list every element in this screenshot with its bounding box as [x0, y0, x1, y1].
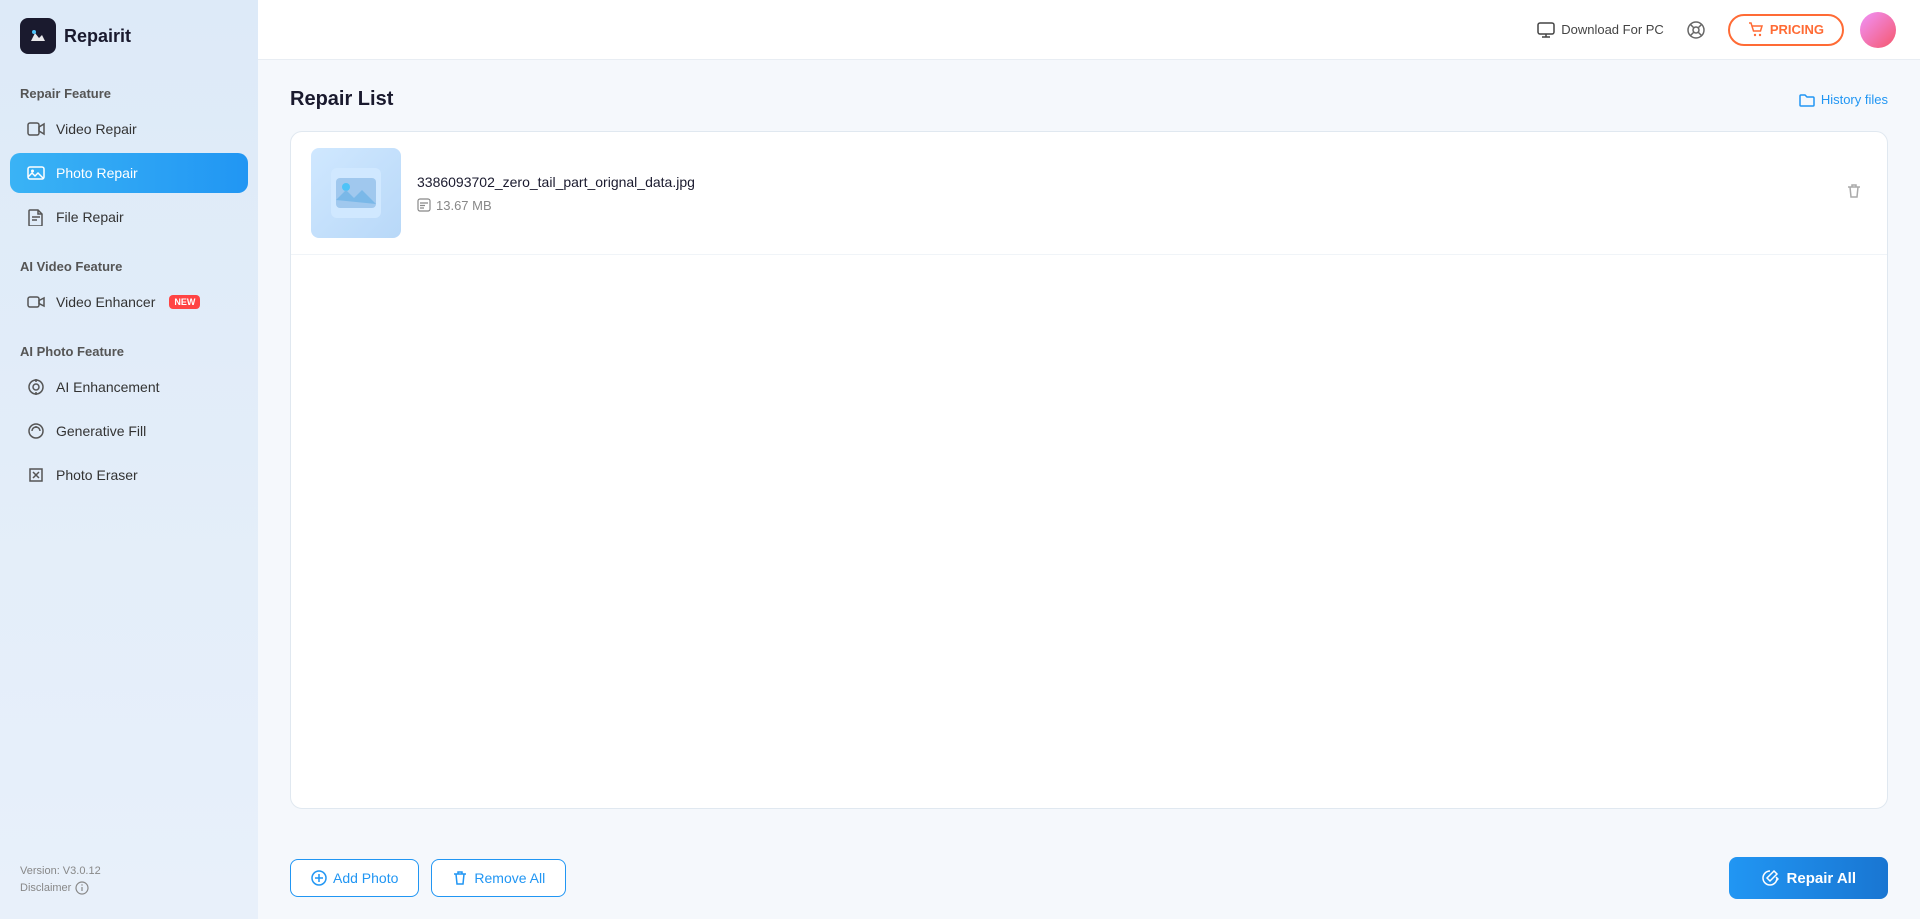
- video-enhancer-label: Video Enhancer: [56, 294, 155, 310]
- main-content: Download For PC PRICING Repair Lis: [258, 0, 1920, 919]
- table-row: 3386093702_zero_tail_part_orignal_data.j…: [291, 132, 1887, 255]
- sidebar-item-ai-enhancement[interactable]: AI Enhancement: [10, 367, 248, 407]
- repair-all-button[interactable]: Repair All: [1729, 857, 1888, 899]
- app-logo[interactable]: Repairit: [0, 0, 258, 76]
- remove-all-icon: [452, 870, 468, 886]
- support-button[interactable]: [1680, 14, 1712, 46]
- content-header: Repair List History files: [290, 88, 1888, 111]
- sidebar-item-video-repair[interactable]: Video Repair: [10, 109, 248, 149]
- bottom-bar: Add Photo Remove All Repair All: [258, 837, 1920, 919]
- new-badge: NEW: [169, 295, 200, 309]
- repair-icon: [1761, 869, 1779, 887]
- file-name: 3386093702_zero_tail_part_orignal_data.j…: [417, 174, 1825, 190]
- photo-repair-icon: [26, 163, 46, 183]
- sidebar-item-file-repair[interactable]: File Repair: [10, 197, 248, 237]
- generative-fill-icon: [26, 421, 46, 441]
- sidebar-item-generative-fill[interactable]: Generative Fill: [10, 411, 248, 451]
- app-name: Repairit: [64, 26, 131, 47]
- sidebar-item-photo-repair[interactable]: Photo Repair: [10, 153, 248, 193]
- monitor-icon: [1537, 21, 1555, 39]
- add-photo-button[interactable]: Add Photo: [290, 859, 419, 897]
- generative-fill-label: Generative Fill: [56, 423, 146, 439]
- header: Download For PC PRICING: [258, 0, 1920, 60]
- ai-enhancement-label: AI Enhancement: [56, 379, 160, 395]
- support-icon: [1686, 20, 1706, 40]
- add-photo-label: Add Photo: [333, 870, 398, 886]
- pricing-label: PRICING: [1770, 22, 1824, 37]
- logo-icon: [20, 18, 56, 54]
- repair-feature-section: Repair Feature: [0, 76, 258, 107]
- remove-all-label: Remove All: [474, 870, 545, 886]
- disclaimer-text: Disclaimer: [20, 882, 71, 894]
- sidebar-footer: Version: V3.0.12 Disclaimer: [0, 857, 258, 903]
- video-enhancer-icon: [26, 292, 46, 312]
- folder-icon: [1799, 92, 1815, 108]
- photo-eraser-icon: [26, 465, 46, 485]
- history-files-label: History files: [1821, 92, 1888, 107]
- download-for-pc-button[interactable]: Download For PC: [1537, 21, 1664, 39]
- ai-enhancement-icon: [26, 377, 46, 397]
- trash-icon: [1845, 182, 1863, 200]
- file-size: 13.67 MB: [417, 198, 1825, 213]
- page-title: Repair List: [290, 88, 393, 111]
- content-area: Repair List History files: [258, 60, 1920, 837]
- sidebar-item-video-enhancer[interactable]: Video Enhancer NEW: [10, 282, 248, 322]
- history-files-button[interactable]: History files: [1799, 92, 1888, 108]
- repair-all-label: Repair All: [1787, 870, 1856, 887]
- remove-all-button[interactable]: Remove All: [431, 859, 566, 897]
- info-icon: [75, 881, 89, 895]
- ai-photo-feature-section: AI Photo Feature: [0, 334, 258, 365]
- photo-repair-label: Photo Repair: [56, 165, 138, 181]
- ai-video-feature-section: AI Video Feature: [0, 249, 258, 280]
- video-repair-icon: [26, 119, 46, 139]
- user-avatar[interactable]: [1860, 12, 1896, 48]
- pricing-button[interactable]: PRICING: [1728, 14, 1844, 46]
- cart-icon: [1748, 22, 1764, 38]
- file-repair-icon: [26, 207, 46, 227]
- image-preview-icon: [331, 168, 381, 218]
- delete-item-button[interactable]: [1841, 178, 1867, 209]
- repair-list: 3386093702_zero_tail_part_orignal_data.j…: [290, 131, 1888, 809]
- sidebar-item-photo-eraser[interactable]: Photo Eraser: [10, 455, 248, 495]
- file-info: 3386093702_zero_tail_part_orignal_data.j…: [417, 174, 1825, 213]
- disclaimer-link[interactable]: Disclaimer: [20, 881, 238, 895]
- add-icon: [311, 870, 327, 886]
- version-label: Version: V3.0.12: [20, 865, 238, 877]
- file-size-icon: [417, 198, 431, 212]
- bottom-left-actions: Add Photo Remove All: [290, 859, 566, 897]
- file-thumbnail: [311, 148, 401, 238]
- download-label: Download For PC: [1561, 22, 1664, 37]
- video-repair-label: Video Repair: [56, 121, 137, 137]
- file-repair-label: File Repair: [56, 209, 124, 225]
- sidebar: Repairit Repair Feature Video Repair Pho…: [0, 0, 258, 919]
- photo-eraser-label: Photo Eraser: [56, 467, 138, 483]
